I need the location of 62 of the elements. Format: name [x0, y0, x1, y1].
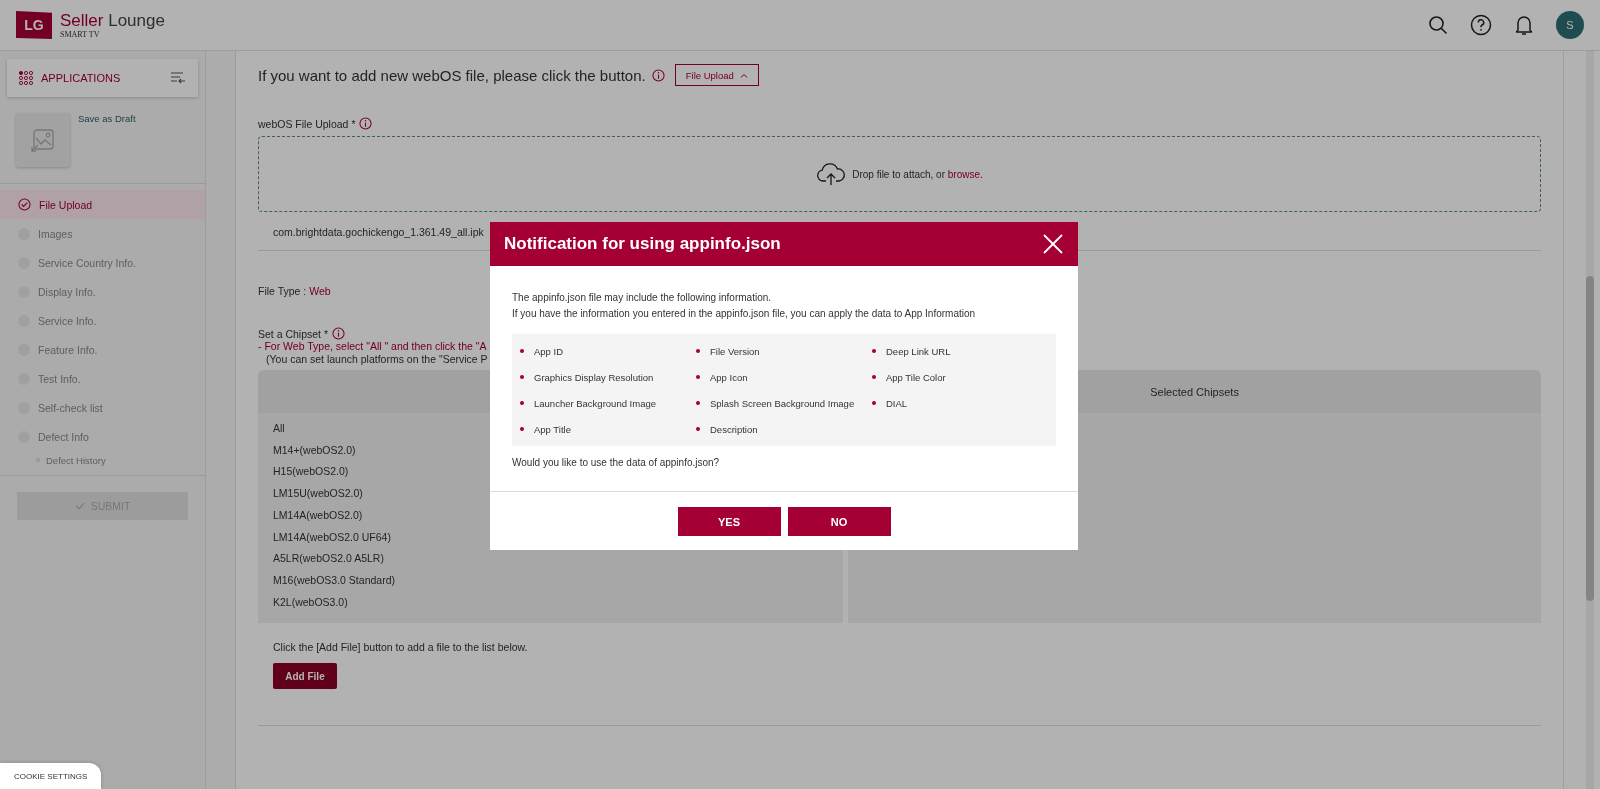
cookie-settings-button[interactable]: COOKIE SETTINGS	[0, 763, 102, 789]
field-label: webOS File Upload *	[258, 117, 356, 130]
scrollbar[interactable]	[1586, 51, 1594, 789]
bell-icon[interactable]	[1514, 14, 1534, 36]
substep-item[interactable]: Defect History	[0, 451, 205, 469]
chipset-option[interactable]: K2L(webOS3.0)	[273, 590, 829, 613]
brand-subtitle: SMART TV	[60, 30, 101, 39]
apps-grid-icon[interactable]	[19, 71, 33, 85]
info-list-item: Launcher Background Image	[520, 390, 696, 416]
info-list-item: App Title	[520, 416, 696, 442]
info-icon[interactable]	[332, 327, 346, 340]
cloud-upload-icon	[816, 162, 847, 186]
user-avatar[interactable]: S	[1556, 11, 1584, 39]
modal-text: If you have the information you entered in the appinfo.json file, you can apply the data to App Information	[512, 307, 977, 321]
check-icon	[74, 502, 85, 510]
cancel-button[interactable]: NO	[787, 507, 891, 536]
info-list-item: DIAL	[872, 390, 1048, 416]
applications-title: APPLICATIONS	[41, 72, 122, 84]
chipset-option[interactable]: A5LR(webOS2.0 A5LR)	[273, 547, 829, 570]
step-item[interactable]: Defect Info	[0, 422, 205, 451]
logo-mark: LG	[16, 11, 52, 39]
check-circle-icon	[18, 198, 31, 211]
draft-status: Save as Draft	[78, 113, 136, 126]
modal-title: Notification for using appinfo.json	[504, 234, 781, 254]
brand-name: Seller Lounge	[60, 11, 165, 29]
add-file-note: Click the [Add File] button to add a file to the list below.	[273, 641, 529, 654]
caret-icon	[739, 72, 748, 78]
info-list-item: App ID	[520, 338, 696, 364]
field-label: Set a Chipset *	[258, 327, 329, 340]
info-list-item: File Version	[696, 338, 872, 364]
modal-question: Would you like to use the data of appinfo.json?	[512, 456, 721, 470]
step-item[interactable]: Service Country Info.	[0, 248, 205, 277]
info-list-item: Graphics Display Resolution	[520, 364, 696, 390]
confirm-button[interactable]: YES	[677, 507, 781, 536]
chipset-note: (You can set launch platforms on the "Service P	[265, 353, 488, 367]
info-list-item: Description	[696, 416, 872, 442]
dropzone-text: Drop file to attach, or browse.	[852, 168, 983, 180]
chipset-option[interactable]: M16(webOS3.0 Standard)	[273, 569, 829, 591]
intro-text: If you want to add new webOS file, please click the button.	[258, 66, 646, 84]
step-item[interactable]: Service Info.	[0, 306, 205, 335]
chipset-note: - For Web Type, select "All " and then click the "A	[258, 340, 487, 354]
step-item[interactable]: Images	[0, 219, 205, 248]
step-item[interactable]: Self-check list	[0, 393, 205, 422]
modal-text: The appinfo.json file may include the following information.	[512, 291, 773, 305]
search-icon[interactable]	[1428, 15, 1448, 35]
collapse-menu-icon[interactable]	[170, 71, 186, 85]
add-file-button[interactable]: Add File	[273, 663, 337, 690]
file-upload-button[interactable]: File Upload	[674, 64, 759, 86]
step-item[interactable]: File Upload	[0, 190, 205, 219]
dropzone[interactable]: Drop file to attach, or browse.	[258, 136, 1541, 212]
help-icon[interactable]	[1470, 14, 1492, 36]
browse-link[interactable]: browse.	[947, 168, 983, 180]
step-item[interactable]: Test Info.	[0, 364, 205, 393]
scrollbar-thumb[interactable]	[1586, 276, 1594, 601]
close-button[interactable]	[1042, 233, 1064, 255]
info-icon[interactable]	[651, 68, 665, 82]
file-type-text: File Type : Web	[258, 285, 331, 297]
info-list-item: Deep Link URL	[872, 338, 1048, 364]
step-item[interactable]: Feature Info.	[0, 335, 205, 364]
info-icon[interactable]	[359, 117, 373, 130]
step-item[interactable]: Display Info.	[0, 277, 205, 306]
image-placeholder-icon	[29, 126, 57, 154]
